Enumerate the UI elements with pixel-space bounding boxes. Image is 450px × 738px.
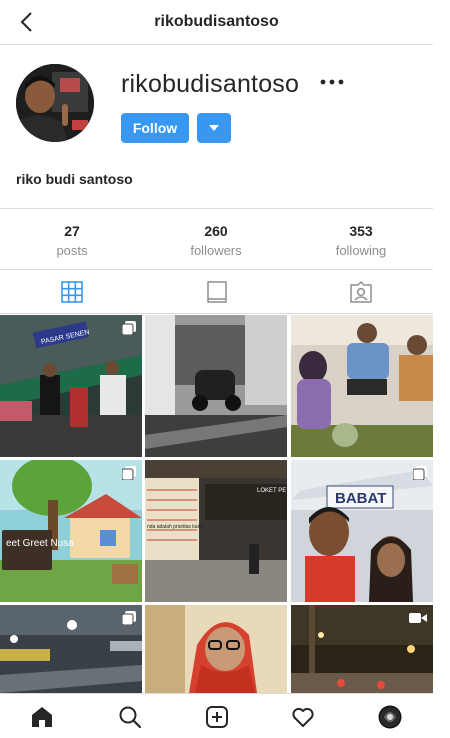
more-options-icon[interactable] bbox=[318, 70, 346, 94]
stat-followers-count: 260 bbox=[204, 223, 228, 239]
post-thumbnail-8[interactable] bbox=[145, 605, 287, 693]
post-thumbnail-1[interactable]: PASAR SENEN bbox=[0, 315, 142, 457]
post-thumbnail-5[interactable]: LOKET PE nda adalah prioritas kami bbox=[145, 460, 287, 602]
bottom-navigation bbox=[0, 693, 433, 738]
video-indicator-icon bbox=[409, 613, 427, 623]
tagged-icon[interactable] bbox=[349, 280, 373, 304]
stat-posts-count: 27 bbox=[64, 223, 80, 239]
profile-tabs bbox=[0, 270, 433, 314]
carousel-indicator-icon bbox=[122, 321, 136, 335]
profile-stats: 27 posts 260 followers 353 following bbox=[0, 208, 433, 270]
top-bar: rikobudisantoso bbox=[0, 0, 433, 45]
stat-followers[interactable]: 260 followers bbox=[144, 209, 288, 269]
stat-posts-label: posts bbox=[56, 243, 88, 258]
post-thumbnail-2[interactable] bbox=[145, 315, 287, 457]
grid-icon[interactable] bbox=[60, 280, 84, 304]
feed-icon[interactable] bbox=[205, 280, 229, 304]
suggested-dropdown-button[interactable] bbox=[197, 113, 231, 143]
post5-counter-sign: LOKET PE bbox=[257, 488, 286, 494]
post-thumbnail-7[interactable] bbox=[0, 605, 142, 693]
profile-username: rikobudisantoso bbox=[121, 70, 300, 98]
post-thumbnail-6[interactable]: BABAT bbox=[291, 460, 433, 602]
page-title: rikobudisantoso bbox=[154, 13, 279, 30]
stat-followers-label: followers bbox=[190, 243, 242, 258]
profile-full-name: riko budi santoso bbox=[16, 171, 133, 187]
caret-down-icon bbox=[209, 125, 219, 131]
follow-button[interactable]: Follow bbox=[121, 113, 189, 143]
stat-following-label: following bbox=[335, 243, 387, 258]
add-post-icon[interactable] bbox=[205, 705, 229, 729]
home-icon[interactable] bbox=[30, 705, 54, 729]
stat-posts: 27 posts bbox=[0, 209, 144, 269]
profile-avatar bbox=[16, 64, 94, 142]
heart-icon[interactable] bbox=[291, 705, 315, 729]
carousel-indicator-icon bbox=[122, 466, 136, 480]
profile-avatar-icon[interactable] bbox=[378, 705, 402, 729]
carousel-indicator-icon bbox=[122, 611, 136, 625]
stat-following[interactable]: 353 following bbox=[289, 209, 433, 269]
stat-following-count: 353 bbox=[349, 223, 373, 239]
post5-banner-text: nda adalah prioritas kami bbox=[147, 524, 203, 530]
search-icon[interactable] bbox=[118, 705, 142, 729]
post-thumbnail-3[interactable] bbox=[291, 315, 433, 457]
post-thumbnail-4[interactable]: eet Greet Nusa bbox=[0, 460, 142, 602]
carousel-indicator-icon bbox=[413, 466, 427, 480]
post6-station-sign: BABAT bbox=[335, 490, 386, 507]
post4-sign-text: eet Greet Nusa bbox=[6, 538, 74, 549]
post-thumbnail-9[interactable] bbox=[291, 605, 433, 693]
profile-page: rikobudisantoso rikobudisantoso Follow r… bbox=[0, 0, 433, 738]
